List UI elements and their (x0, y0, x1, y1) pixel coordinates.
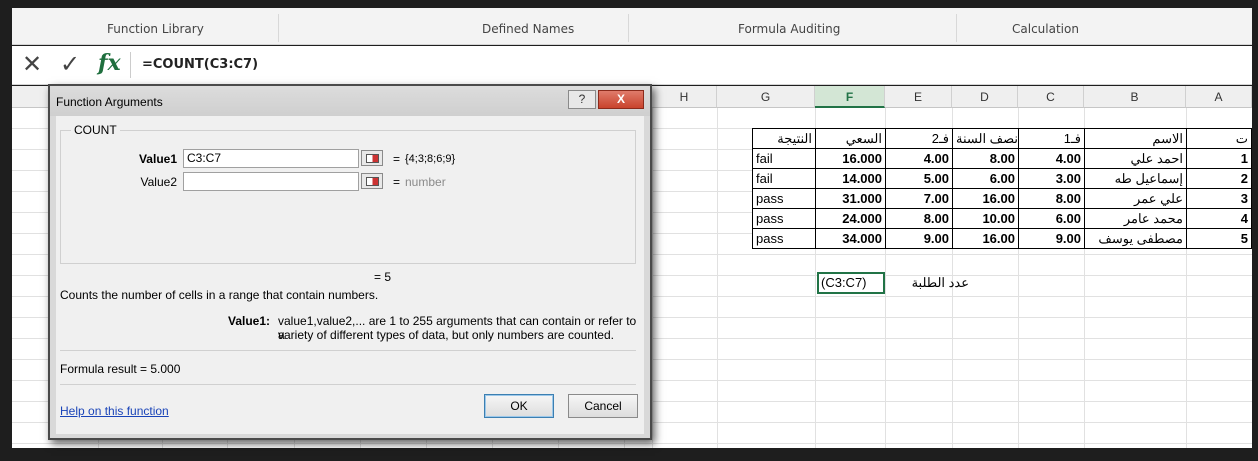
ribbon-group-function-library[interactable]: Function Library (107, 22, 204, 36)
gridline (652, 108, 653, 448)
ribbon-group-calculation[interactable]: Calculation (1012, 22, 1079, 36)
argument-description-line2: variety of different types of data, but … (278, 328, 614, 342)
table-cell[interactable]: 31.000 (815, 188, 886, 209)
dialog-divider (60, 350, 636, 351)
ribbon-separator (278, 14, 279, 42)
column-header-a[interactable]: A (1186, 86, 1252, 108)
table-cell[interactable]: 10.00 (952, 208, 1019, 229)
table-cell[interactable]: 4.00 (1018, 148, 1085, 169)
table-header-cell[interactable]: فـ2 (885, 128, 953, 149)
table-cell[interactable]: علي عمر (1084, 188, 1187, 209)
column-header-f[interactable]: F (815, 86, 885, 108)
check-icon[interactable]: ✓ (60, 50, 80, 79)
table-cell[interactable]: مصطفى يوسف (1084, 228, 1187, 249)
excel-window: Function Library Defined Names Formula A… (0, 0, 1258, 461)
table-cell[interactable]: 1 (1186, 148, 1252, 169)
argument-description-label: Value1: (228, 314, 271, 328)
dialog-divider (60, 384, 636, 385)
table-header-cell[interactable]: النتيجة (752, 128, 816, 149)
table-cell[interactable]: 34.000 (815, 228, 886, 249)
table-cell[interactable]: احمد علي (1084, 148, 1187, 169)
cancel-button[interactable]: Cancel (568, 394, 638, 418)
column-header-e[interactable]: E (885, 86, 952, 108)
value2-result: number (405, 175, 446, 189)
formula-result: Formula result = 5.000 (60, 362, 181, 376)
close-button[interactable]: X (598, 90, 644, 109)
table-cell[interactable]: 9.00 (1018, 228, 1085, 249)
table-header-cell[interactable]: فـ1 (1018, 128, 1085, 149)
table-cell[interactable]: 24.000 (815, 208, 886, 229)
table-cell[interactable]: 16.00 (952, 188, 1019, 209)
value2-input[interactable] (183, 172, 359, 191)
help-link[interactable]: Help on this function (60, 404, 169, 418)
value2-label: Value2 (140, 175, 177, 189)
table-cell[interactable]: إسماعيل طه (1084, 168, 1187, 189)
function-arguments-dialog: Function Arguments ? X COUNT Value1 C3:C… (48, 84, 652, 440)
dialog-title-bar[interactable]: Function Arguments ? X (50, 86, 650, 116)
close-icon[interactable]: ✕ (22, 50, 42, 79)
count-label-cell[interactable]: عدد الطلبة (892, 273, 972, 294)
column-header-b[interactable]: B (1084, 86, 1186, 108)
column-header-g[interactable]: G (717, 86, 815, 108)
formula-input[interactable]: =COUNT(C3:C7) (142, 57, 258, 72)
table-header-cell[interactable]: ت (1186, 128, 1252, 149)
function-result: = 5 (374, 270, 392, 284)
table-cell[interactable]: 4 (1186, 208, 1252, 229)
table-cell[interactable]: 4.00 (885, 148, 953, 169)
column-header-c[interactable]: C (1018, 86, 1084, 108)
value1-equals: = (393, 152, 401, 166)
table-cell[interactable]: 8.00 (885, 208, 953, 229)
value1-label: Value1 (138, 152, 177, 166)
value1-result: {4;3;8;6;9} (405, 153, 456, 165)
table-cell[interactable]: pass (752, 208, 816, 229)
table-cell[interactable]: 3.00 (1018, 168, 1085, 189)
table-cell[interactable]: 9.00 (885, 228, 953, 249)
ribbon-separator (956, 14, 957, 42)
ribbon-group-labels: Function Library Defined Names Formula A… (12, 8, 1252, 45)
fx-icon[interactable]: fx (98, 50, 121, 76)
table-cell[interactable]: 2 (1186, 168, 1252, 189)
help-button[interactable]: ? (568, 90, 596, 109)
table-header-cell[interactable]: السعي (815, 128, 886, 149)
collapse-dialog-icon[interactable] (361, 150, 383, 166)
formula-bar: ✕ ✓ fx =COUNT(C3:C7) (12, 46, 1252, 85)
function-description: Counts the number of cells in a range th… (60, 288, 379, 302)
table-cell[interactable]: pass (752, 228, 816, 249)
active-cell[interactable]: (C3:C7) (817, 272, 885, 294)
table-cell[interactable]: محمد عامر (1084, 208, 1187, 229)
table-cell[interactable]: 5.00 (885, 168, 953, 189)
ribbon-separator (628, 14, 629, 42)
table-cell[interactable]: 6.00 (952, 168, 1019, 189)
dialog-title: Function Arguments (56, 95, 163, 109)
table-cell[interactable]: 6.00 (1018, 208, 1085, 229)
collapse-dialog-icon[interactable] (361, 173, 383, 189)
table-cell[interactable]: 16.000 (815, 148, 886, 169)
table-cell[interactable]: 16.00 (952, 228, 1019, 249)
gridline (12, 443, 1252, 444)
table-cell[interactable]: fail (752, 168, 816, 189)
ribbon-group-formula-auditing[interactable]: Formula Auditing (738, 22, 840, 36)
arguments-group: COUNT Value1 C3:C7 = {4;3;8;6;9} Value2 … (60, 123, 636, 264)
table-cell[interactable]: 14.000 (815, 168, 886, 189)
gridline (717, 108, 718, 448)
value1-input[interactable]: C3:C7 (183, 149, 359, 168)
table-header-cell[interactable]: الاسم (1084, 128, 1187, 149)
dialog-body: COUNT Value1 C3:C7 = {4;3;8;6;9} Value2 … (56, 116, 644, 434)
column-header-h[interactable]: H (652, 86, 717, 108)
table-cell[interactable]: pass (752, 188, 816, 209)
table-cell[interactable]: 8.00 (952, 148, 1019, 169)
ribbon-group-defined-names[interactable]: Defined Names (482, 22, 574, 36)
formula-bar-separator (130, 52, 131, 78)
table-header-cell[interactable]: نصف السنة (952, 128, 1019, 149)
value2-equals: = (393, 175, 401, 189)
column-header-d[interactable]: D (952, 86, 1018, 108)
table-cell[interactable]: 3 (1186, 188, 1252, 209)
table-cell[interactable]: 8.00 (1018, 188, 1085, 209)
table-cell[interactable]: 7.00 (885, 188, 953, 209)
ok-button[interactable]: OK (484, 394, 554, 418)
table-cell[interactable]: fail (752, 148, 816, 169)
function-name: COUNT (71, 123, 120, 137)
table-cell[interactable]: 5 (1186, 228, 1252, 249)
